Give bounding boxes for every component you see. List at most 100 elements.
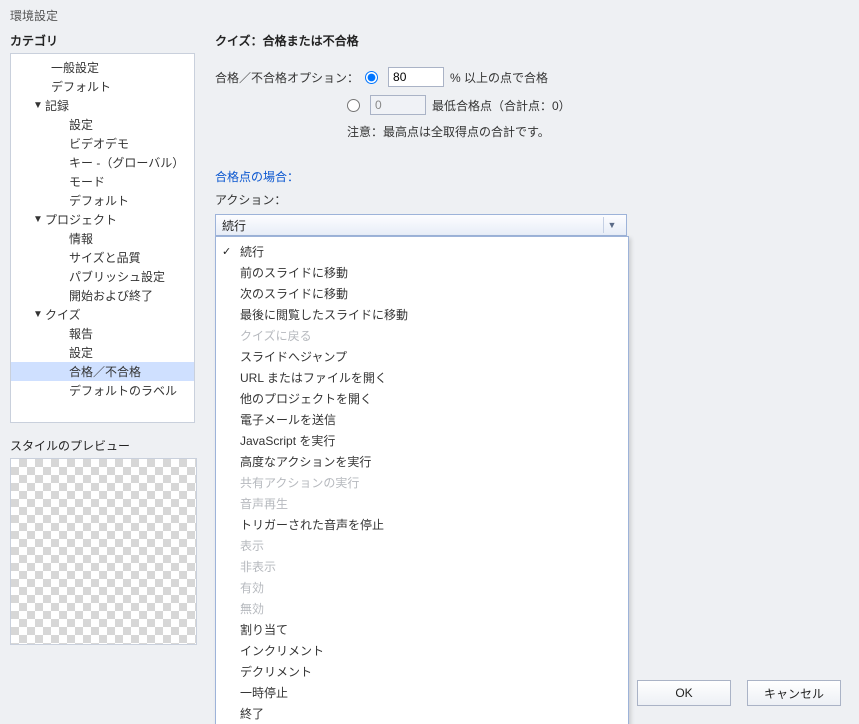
tree-item[interactable]: パブリッシュ設定 [11,267,194,286]
tree-item[interactable]: ビデオデモ [11,134,194,153]
tree-item-label: プロジェクト [45,211,190,228]
ok-button[interactable]: OK [637,680,731,706]
tree-item[interactable]: 合格／不合格 [11,362,194,381]
page-title: クイズ：合格または不合格 [215,32,849,49]
dropdown-item-label: クイズに戻る [240,327,312,344]
tree-item-label: 一般設定 [51,59,190,76]
dropdown-item: 表示 [216,535,628,556]
dropdown-item: 有効 [216,577,628,598]
tree-item-label: デフォルト [69,192,190,209]
tree-item[interactable]: 情報 [11,229,194,248]
dropdown-item-label: 共有アクションの実行 [240,474,359,491]
action-dropdown[interactable]: 続行 ▼ ✓続行前のスライドに移動次のスライドに移動最後に閲覧したスライドに移動… [215,214,627,236]
dropdown-item[interactable]: URL またはファイルを開く [216,367,628,388]
dropdown-item-label: 割り当て [240,621,288,638]
minscore-suffix: 最低合格点（合計点：0） [432,97,571,114]
tree-item[interactable]: デフォルトのラベル [11,381,194,400]
minscore-input [370,95,426,115]
dropdown-item[interactable]: トリガーされた音声を停止 [216,514,628,535]
dropdown-item-label: 一時停止 [240,684,288,701]
category-tree[interactable]: 一般設定デフォルト▼記録設定ビデオデモキー -（グローバル）モードデフォルト▼プ… [10,53,195,423]
dropdown-item-label: URL またはファイルを開く [240,369,387,386]
dropdown-item[interactable]: 次のスライドに移動 [216,283,628,304]
tree-item-label: サイズと品質 [69,249,190,266]
tree-item[interactable]: 設定 [11,115,194,134]
tree-item-label: 報告 [69,325,190,342]
tree-item[interactable]: デフォルト [11,191,194,210]
percent-radio[interactable] [365,71,378,84]
minscore-radio[interactable] [347,99,360,112]
dropdown-item[interactable]: インクリメント [216,640,628,661]
dropdown-item[interactable]: ✓続行 [216,241,628,262]
tree-item-label: 情報 [69,230,190,247]
tree-item-label: ビデオデモ [69,135,190,152]
dropdown-item-label: デクリメント [240,663,312,680]
dropdown-item[interactable]: 高度なアクションを実行 [216,451,628,472]
window-title: 環境設定 [0,0,859,32]
tree-item[interactable]: モード [11,172,194,191]
dropdown-item-label: スライドへジャンプ [240,348,347,365]
dropdown-item-label: 高度なアクションを実行 [240,453,371,470]
category-heading: カテゴリ [10,32,195,49]
tree-item-label: デフォルトのラベル [69,382,190,399]
tree-item[interactable]: ▼プロジェクト [11,210,194,229]
dropdown-item: 音声再生 [216,493,628,514]
tree-item[interactable]: 報告 [11,324,194,343]
dropdown-item: クイズに戻る [216,325,628,346]
tree-item[interactable]: 開始および終了 [11,286,194,305]
dropdown-item[interactable]: 前のスライドに移動 [216,262,628,283]
dropdown-item-label: 非表示 [240,558,276,575]
tree-item[interactable]: ▼記録 [11,96,194,115]
dropdown-item[interactable]: 割り当て [216,619,628,640]
dropdown-item-label: 電子メールを送信 [240,411,336,428]
dropdown-item[interactable]: 他のプロジェクトを開く [216,388,628,409]
action-label: アクション： [215,191,849,208]
dropdown-item-label: 続行 [240,243,264,260]
dropdown-item[interactable]: 電子メールを送信 [216,409,628,430]
percent-input[interactable] [388,67,444,87]
tree-item[interactable]: ▼クイズ [11,305,194,324]
dropdown-item-label: 無効 [240,600,264,617]
tree-item-label: 設定 [69,344,190,361]
dropdown-item[interactable]: デクリメント [216,661,628,682]
tree-item[interactable]: 設定 [11,343,194,362]
dropdown-item-label: 終了 [240,705,264,722]
tree-item-label: 開始および終了 [69,287,190,304]
dropdown-item[interactable]: 最後に閲覧したスライドに移動 [216,304,628,325]
tree-item-label: クイズ [45,306,190,323]
action-dropdown-list[interactable]: ✓続行前のスライドに移動次のスライドに移動最後に閲覧したスライドに移動クイズに戻… [215,236,629,724]
dropdown-item[interactable]: 終了 [216,703,628,724]
tree-item-label: 設定 [69,116,190,133]
dropdown-item-label: JavaScript を実行 [240,432,335,449]
cancel-button[interactable]: キャンセル [747,680,841,706]
dropdown-item-label: トリガーされた音声を停止 [240,516,384,533]
chevron-down-icon[interactable]: ▼ [31,214,45,225]
action-dropdown-selected: 続行 [222,217,246,234]
dropdown-item: 非表示 [216,556,628,577]
tree-item[interactable]: デフォルト [11,77,194,96]
dropdown-item[interactable]: 一時停止 [216,682,628,703]
tree-item[interactable]: 一般設定 [11,58,194,77]
dropdown-item[interactable]: JavaScript を実行 [216,430,628,451]
dropdown-item-label: インクリメント [240,642,324,659]
dropdown-item-label: 最後に閲覧したスライドに移動 [240,306,408,323]
percent-suffix: % 以上の点で合格 [450,69,548,86]
dropdown-item[interactable]: スライドへジャンプ [216,346,628,367]
tree-item-label: 合格／不合格 [69,363,190,380]
tree-item-label: 記録 [45,97,190,114]
tree-item-label: モード [69,173,190,190]
action-dropdown-button[interactable]: 続行 ▼ [215,214,627,236]
chevron-down-icon: ▼ [603,217,620,233]
passfail-option-label: 合格／不合格オプション： [215,69,359,86]
dropdown-item: 共有アクションの実行 [216,472,628,493]
dropdown-item-label: 次のスライドに移動 [240,285,348,302]
dropdown-item-label: 前のスライドに移動 [240,264,348,281]
tree-item-label: パブリッシュ設定 [69,268,190,285]
style-preview [10,458,197,645]
dropdown-item-label: 有効 [240,579,264,596]
chevron-down-icon[interactable]: ▼ [31,309,45,320]
chevron-down-icon[interactable]: ▼ [31,100,45,111]
tree-item[interactable]: キー -（グローバル） [11,153,194,172]
tree-item[interactable]: サイズと品質 [11,248,194,267]
tree-item-label: デフォルト [51,78,190,95]
